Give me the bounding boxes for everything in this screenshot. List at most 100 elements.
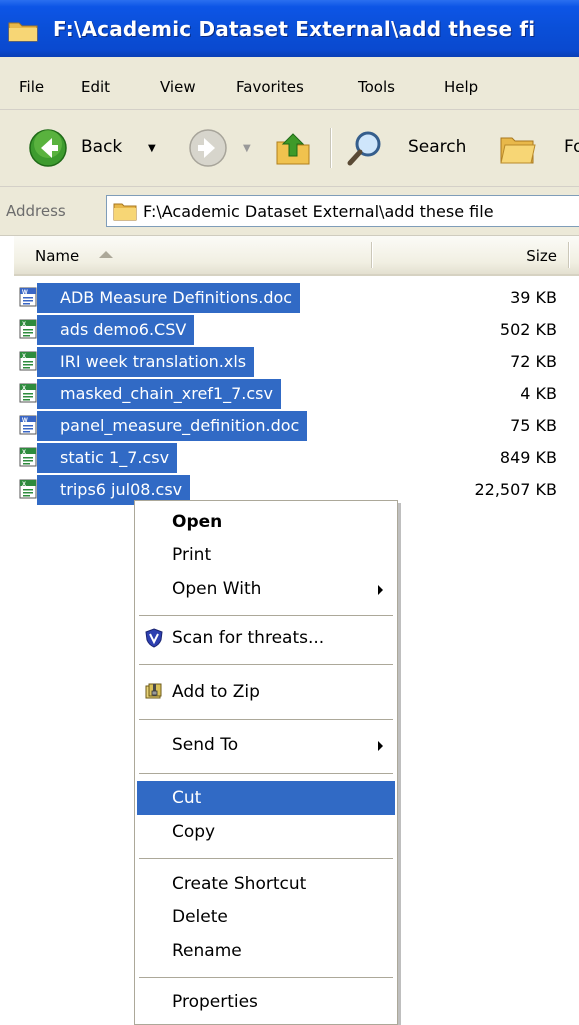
file-row[interactable]: X masked_chain_xref1_7.csv 4 KB xyxy=(18,378,579,410)
svg-text:X: X xyxy=(22,386,26,392)
column-divider[interactable] xyxy=(568,242,570,268)
file-row[interactable]: X static 1_7.csv 849 KB xyxy=(18,442,579,474)
menu-item-label: Open xyxy=(172,512,223,532)
submenu-arrow-icon xyxy=(378,741,383,751)
menu-item-delete[interactable]: Delete xyxy=(137,900,395,934)
menu-separator xyxy=(139,858,393,859)
toolbar: Back ▼ ▼ Search Fo xyxy=(0,110,579,187)
window-title: F:\Academic Dataset External\add these f… xyxy=(53,17,536,41)
menu-file[interactable]: File xyxy=(19,78,44,96)
menu-item-cut[interactable]: Cut xyxy=(137,781,395,815)
menu-item-label: Add to Zip xyxy=(172,682,260,702)
excel-csv-icon: X xyxy=(19,319,37,339)
folders-label: Fo xyxy=(564,137,579,157)
menu-separator xyxy=(139,615,393,616)
address-input[interactable]: F:\Academic Dataset External\add these f… xyxy=(106,195,579,227)
sort-ascending-icon xyxy=(99,251,113,258)
file-size: 502 KB xyxy=(499,320,557,339)
submenu-arrow-icon xyxy=(378,585,383,595)
excel-csv-icon: X xyxy=(19,447,37,467)
column-header-size[interactable]: Size xyxy=(526,247,557,265)
file-name[interactable]: masked_chain_xref1_7.csv xyxy=(37,379,281,409)
menu-item-scan-for-threats[interactable]: Scan for threats... xyxy=(137,621,395,655)
menu-view[interactable]: View xyxy=(160,78,196,96)
excel-xls-icon: X xyxy=(19,351,37,371)
file-size: 849 KB xyxy=(499,448,557,467)
svg-text:X: X xyxy=(22,482,26,488)
menu-item-print[interactable]: Print xyxy=(137,538,395,572)
menu-item-add-to-zip[interactable]: Add to Zip xyxy=(137,675,395,709)
up-folder-icon[interactable] xyxy=(273,128,313,168)
menu-tools[interactable]: Tools xyxy=(358,78,395,96)
menu-separator xyxy=(139,664,393,665)
menu-help[interactable]: Help xyxy=(444,78,478,96)
svg-text:X: X xyxy=(22,322,26,328)
column-header-bar: Name Size xyxy=(14,236,579,277)
menu-item-copy[interactable]: Copy xyxy=(137,815,395,849)
svg-text:X: X xyxy=(22,354,26,360)
menu-item-label: Copy xyxy=(172,822,216,842)
menu-separator xyxy=(139,977,393,978)
menu-item-create-shortcut[interactable]: Create Shortcut xyxy=(137,867,395,901)
menu-separator xyxy=(139,719,393,720)
file-name[interactable]: panel_measure_definition.doc xyxy=(37,411,308,441)
menu-item-label: Rename xyxy=(172,941,242,961)
file-row[interactable]: X IRI week translation.xls 72 KB xyxy=(18,346,579,378)
svg-text:W: W xyxy=(22,418,28,424)
file-name[interactable]: ads demo6.CSV xyxy=(37,315,195,345)
file-name[interactable]: IRI week translation.xls xyxy=(37,347,255,377)
menu-item-label: Print xyxy=(172,545,212,565)
file-name[interactable]: ADB Measure Definitions.doc xyxy=(37,283,301,313)
folders-button[interactable]: Fo xyxy=(497,124,579,172)
forward-dropdown-icon[interactable]: ▼ xyxy=(243,143,251,154)
toolbar-separator xyxy=(330,128,332,168)
address-label: Address xyxy=(6,202,66,220)
menu-item-properties[interactable]: Properties xyxy=(137,985,395,1019)
back-arrow-icon xyxy=(29,129,67,167)
menu-bar: File Edit View Favorites Tools Help xyxy=(0,57,579,110)
file-row[interactable]: W panel_measure_definition.doc 75 KB xyxy=(18,410,579,442)
forward-arrow-icon[interactable] xyxy=(188,128,228,168)
word-doc-icon: W xyxy=(19,287,37,307)
menu-item-label: Properties xyxy=(172,992,258,1012)
menu-item-open-with[interactable]: Open With xyxy=(137,572,395,606)
svg-text:X: X xyxy=(22,450,26,456)
address-bar: Address F:\Academic Dataset External\add… xyxy=(0,187,579,236)
title-bar[interactable]: F:\Academic Dataset External\add these f… xyxy=(0,0,579,57)
svg-text:W: W xyxy=(22,290,28,296)
back-dropdown-icon[interactable]: ▼ xyxy=(148,143,156,154)
menu-item-label: Cut xyxy=(172,788,202,808)
file-row[interactable]: X ads demo6.CSV 502 KB xyxy=(18,314,579,346)
menu-item-label: Send To xyxy=(172,735,239,755)
menu-favorites[interactable]: Favorites xyxy=(236,78,304,96)
context-menu: Open Print Open With Scan for threats...… xyxy=(134,500,398,1025)
menu-edit[interactable]: Edit xyxy=(81,78,110,96)
menu-item-label: Delete xyxy=(172,907,228,927)
back-label: Back xyxy=(81,137,123,157)
file-size: 39 KB xyxy=(510,288,557,307)
file-size: 72 KB xyxy=(510,352,557,371)
menu-item-open[interactable]: Open xyxy=(137,505,395,539)
menu-item-send-to[interactable]: Send To xyxy=(137,728,395,762)
menu-item-label: Scan for threats... xyxy=(172,628,325,648)
file-size: 22,507 KB xyxy=(474,480,557,499)
excel-csv-icon: X xyxy=(19,383,37,403)
address-path: F:\Academic Dataset External\add these f… xyxy=(143,202,494,221)
menu-item-rename[interactable]: Rename xyxy=(137,934,395,968)
word-doc-icon: W xyxy=(19,415,37,435)
file-size: 75 KB xyxy=(510,416,557,435)
folder-icon xyxy=(113,203,137,221)
file-row[interactable]: W ADB Measure Definitions.doc 39 KB xyxy=(18,282,579,314)
shield-icon xyxy=(145,628,163,648)
menu-item-label: Open With xyxy=(172,579,262,599)
column-divider[interactable] xyxy=(371,242,373,268)
menu-item-label: Create Shortcut xyxy=(172,874,307,894)
zip-icon xyxy=(145,683,162,699)
excel-csv-icon: X xyxy=(19,479,37,499)
search-button[interactable]: Search xyxy=(345,124,475,172)
folders-icon xyxy=(500,137,536,164)
file-name[interactable]: static 1_7.csv xyxy=(37,443,178,473)
menu-separator xyxy=(139,773,393,774)
column-header-name[interactable]: Name xyxy=(35,247,79,265)
folder-icon xyxy=(8,22,38,42)
